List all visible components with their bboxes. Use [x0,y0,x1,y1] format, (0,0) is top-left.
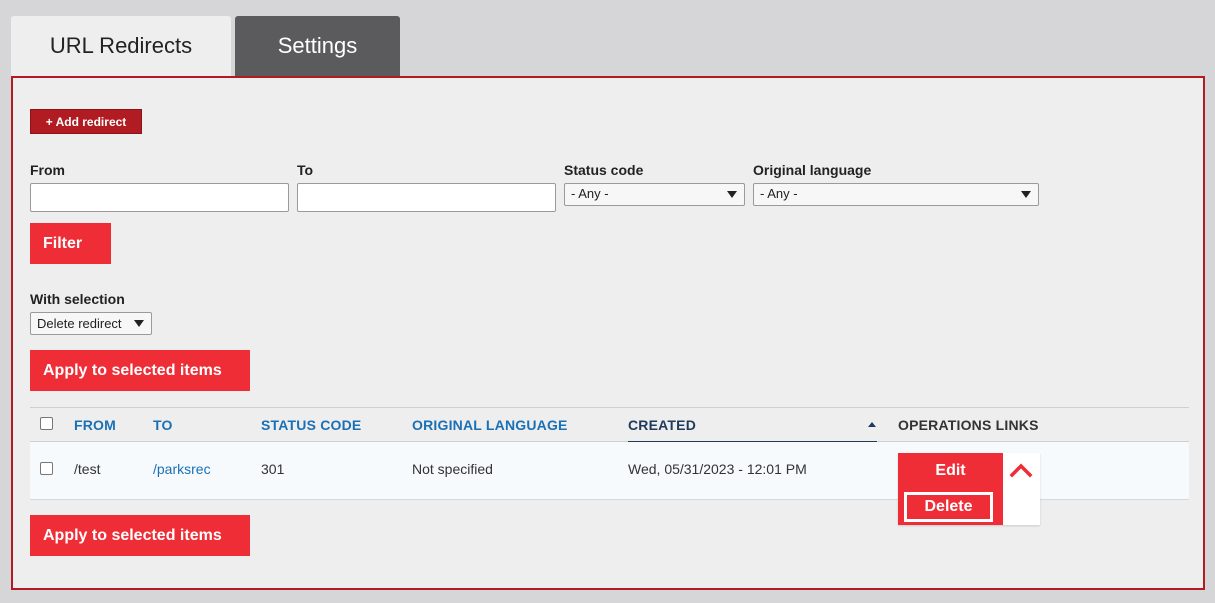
from-input[interactable] [30,183,289,212]
column-header-from[interactable]: FROM [74,417,116,433]
with-selection-label: With selection [30,291,125,307]
apply-selected-button-top[interactable]: Apply to selected items [30,350,250,391]
row-select-checkbox[interactable] [40,462,53,475]
column-header-created[interactable]: CREATED [628,417,696,433]
tab-settings[interactable]: Settings [235,16,400,76]
redirects-table: FROM TO STATUS CODE ORIGINAL LANGUAGE CR… [30,407,1189,525]
column-header-status-code[interactable]: STATUS CODE [261,417,361,433]
to-input[interactable] [297,183,556,212]
tab-url-redirects[interactable]: URL Redirects [11,16,231,76]
status-code-select[interactable]: - Any - [564,183,745,206]
bulk-action-value: Delete redirect [37,316,122,331]
row-created: Wed, 05/31/2023 - 12:01 PM [628,461,807,477]
table-header: FROM TO STATUS CODE ORIGINAL LANGUAGE CR… [30,407,1189,443]
status-code-label: Status code [564,162,644,178]
operations-dropbutton: Edit Delete [898,453,1040,525]
from-label: From [30,162,65,178]
chevron-up-icon[interactable] [1008,458,1034,484]
row-original-language: Not specified [412,461,493,477]
chevron-down-icon [134,320,144,327]
original-language-value: - Any - [760,186,798,201]
redirects-panel: + Add redirect From To Status code - Any… [11,76,1205,590]
delete-button[interactable]: Delete [904,492,993,522]
sort-ascending-icon [868,422,876,427]
column-header-operations: OPERATIONS LINKS [898,417,1039,433]
row-from: /test [74,461,101,477]
row-to-link[interactable]: /parksrec [153,461,211,477]
original-language-select[interactable]: - Any - [753,183,1039,206]
delete-button-wrapper: Delete [898,489,1003,525]
column-header-original-language[interactable]: ORIGINAL LANGUAGE [412,417,568,433]
table-row: /test /parksrec 301 Not specified Wed, 0… [30,442,1189,525]
bulk-action-select[interactable]: Delete redirect [30,312,152,335]
row-status-code: 301 [261,461,285,477]
add-redirect-button[interactable]: + Add redirect [30,109,142,134]
chevron-down-icon [1021,191,1031,198]
column-header-to[interactable]: TO [153,417,173,433]
apply-selected-button-bottom[interactable]: Apply to selected items [30,515,250,556]
status-code-value: - Any - [571,186,609,201]
to-label: To [297,162,314,178]
original-language-label: Original language [753,162,872,178]
edit-button[interactable]: Edit [898,453,1003,489]
filter-button[interactable]: Filter [30,223,111,264]
chevron-down-icon [727,191,737,198]
select-all-checkbox[interactable] [40,417,53,430]
tab-bar: URL Redirects Settings [0,0,1215,80]
